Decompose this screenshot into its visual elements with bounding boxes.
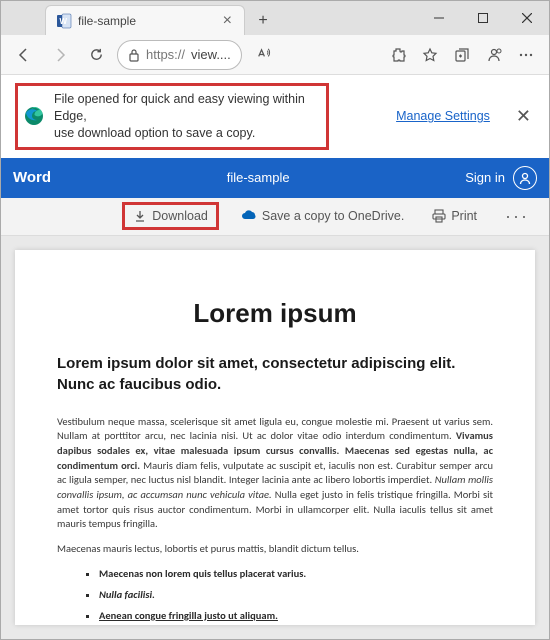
document-paragraph: Maecenas mauris lectus, lobortis et puru… — [57, 542, 493, 557]
collections-icon[interactable] — [447, 40, 477, 70]
new-tab-button[interactable]: + — [249, 7, 277, 35]
document-paragraph: Vestibulum neque massa, scelerisque sit … — [57, 415, 493, 533]
user-icon — [513, 166, 537, 190]
tab-title: file-sample — [78, 14, 136, 28]
print-icon — [432, 209, 446, 223]
minimize-button[interactable] — [417, 1, 461, 35]
document-subtitle: Lorem ipsum dolor sit amet, consectetur … — [57, 353, 493, 395]
onedrive-icon — [241, 210, 257, 222]
document-page: Lorem ipsum Lorem ipsum dolor sit amet, … — [15, 250, 535, 625]
signin-button[interactable]: Sign in — [465, 166, 537, 190]
forward-button[interactable] — [45, 40, 75, 70]
url-text: view.... — [191, 47, 231, 62]
info-close-button[interactable]: ✕ — [512, 106, 535, 127]
window-close-button[interactable] — [505, 1, 549, 35]
profile-icon[interactable] — [479, 40, 509, 70]
extensions-icon[interactable] — [383, 40, 413, 70]
document-bullet-list: Maecenas non lorem quis tellus placerat … — [57, 567, 493, 625]
document-viewport[interactable]: Lorem ipsum Lorem ipsum dolor sit amet, … — [1, 236, 549, 639]
list-item: Maecenas non lorem quis tellus placerat … — [99, 567, 493, 580]
word-header: Word file-sample Sign in — [1, 158, 549, 198]
maximize-button[interactable] — [461, 1, 505, 35]
document-toolbar: Download Save a copy to OneDrive. Print … — [1, 198, 549, 236]
edge-logo-icon — [24, 106, 44, 126]
address-bar[interactable]: https:// view.... — [117, 40, 242, 70]
back-button[interactable] — [9, 40, 39, 70]
document-title: Lorem ipsum — [57, 298, 493, 329]
svg-text:W: W — [60, 17, 68, 26]
lock-icon — [128, 48, 140, 62]
word-filename: file-sample — [51, 170, 465, 185]
save-onedrive-button[interactable]: Save a copy to OneDrive. — [235, 205, 410, 227]
download-icon — [133, 209, 147, 223]
info-message: File opened for quick and easy viewing w… — [54, 91, 314, 142]
list-item: Nulla facilisi. — [99, 588, 493, 601]
browser-tab[interactable]: W file-sample × — [45, 5, 245, 35]
browser-nav-bar: https:// view.... — [1, 35, 549, 75]
url-prefix: https:// — [146, 47, 185, 62]
browser-titlebar: W file-sample × + — [1, 1, 549, 35]
read-aloud-icon[interactable] — [248, 40, 278, 70]
list-item: Aenean congue fringilla justo ut aliquam… — [99, 609, 493, 622]
more-options-button[interactable]: ··· — [499, 202, 535, 231]
word-favicon: W — [56, 13, 72, 29]
download-button[interactable]: Download — [122, 202, 219, 230]
tab-close-button[interactable]: × — [221, 12, 234, 30]
info-bar: File opened for quick and easy viewing w… — [1, 75, 549, 158]
word-brand: Word — [13, 169, 51, 186]
refresh-button[interactable] — [81, 40, 111, 70]
print-button[interactable]: Print — [426, 205, 483, 227]
menu-button[interactable] — [511, 40, 541, 70]
favorites-icon[interactable] — [415, 40, 445, 70]
manage-settings-link[interactable]: Manage Settings — [396, 109, 490, 123]
window-controls — [417, 1, 549, 35]
